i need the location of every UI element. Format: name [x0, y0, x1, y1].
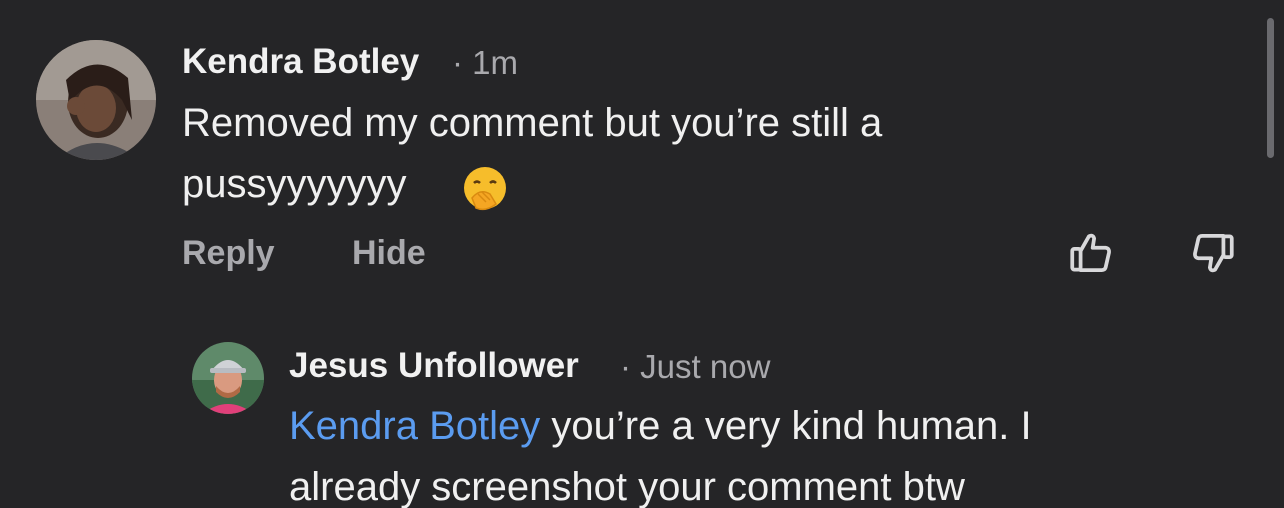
kendra-timestamp: · 1m: [452, 44, 518, 82]
time-label: 1m: [472, 44, 519, 81]
jesus-reply-line1: Kendra Botley you’re a very kind human. …: [289, 404, 1032, 449]
kendra-author-name[interactable]: Kendra Botley: [182, 42, 419, 82]
meta-separator: ·: [452, 44, 463, 81]
scrollbar[interactable]: [1267, 18, 1274, 158]
kendra-comment-line1: Removed my comment but you’re still a: [182, 101, 883, 145]
jesus-reply-line2: already screenshot your comment btw: [289, 465, 965, 508]
hand-over-mouth-emoji-icon: [460, 164, 510, 214]
kendra-comment-line2: pussyyyyyyy: [182, 162, 407, 207]
reply-button[interactable]: Reply: [182, 234, 275, 273]
meta-separator: ·: [620, 348, 631, 385]
thumbs-down-icon[interactable]: [1188, 228, 1238, 278]
time-label: Just now: [640, 348, 771, 385]
comments-panel: Kendra Botley · 1m Removed my comment bu…: [0, 0, 1284, 508]
mention-link[interactable]: Kendra Botley: [289, 404, 540, 448]
hide-button[interactable]: Hide: [352, 234, 426, 273]
jesus-avatar[interactable]: [192, 342, 264, 414]
jesus-timestamp: · Just now: [620, 348, 770, 386]
reply-text: you’re a very kind human. I: [540, 404, 1032, 448]
jesus-author-name[interactable]: Jesus Unfollower: [289, 346, 579, 386]
comment-text: pussyyyyyyy: [182, 162, 407, 206]
thumbs-up-icon[interactable]: [1066, 228, 1116, 278]
kendra-avatar[interactable]: [36, 40, 156, 160]
